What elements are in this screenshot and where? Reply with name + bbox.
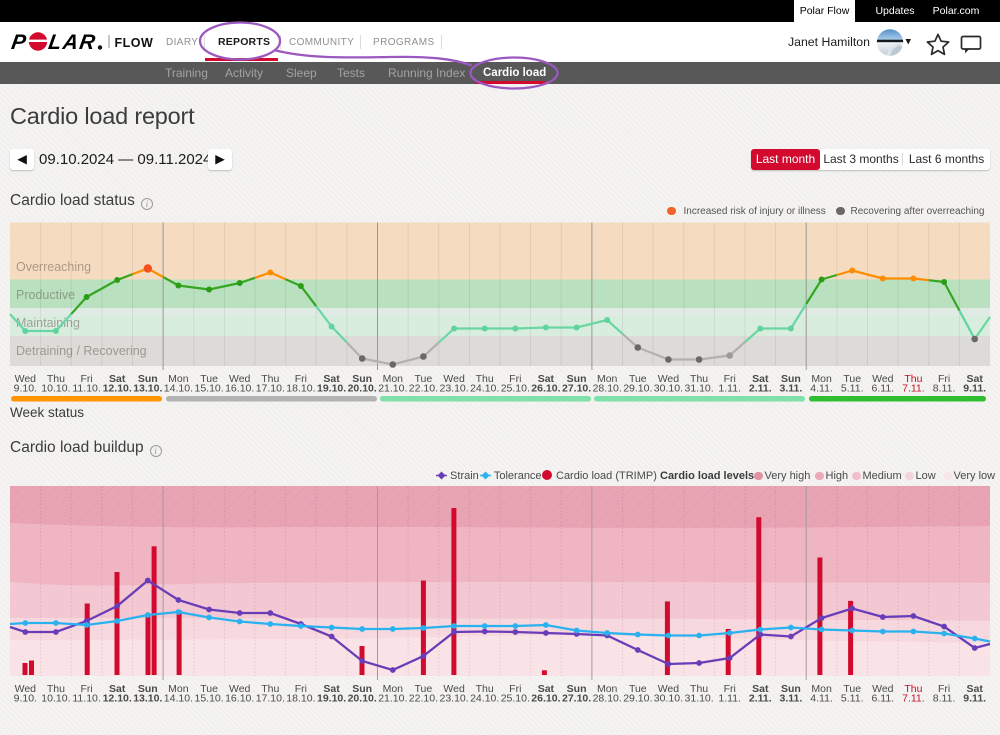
- svg-text:26.10.: 26.10.: [531, 693, 560, 705]
- svg-text:2.11.: 2.11.: [749, 383, 772, 395]
- svg-text:7.11.: 7.11.: [902, 693, 925, 705]
- svg-text:18.10.: 18.10.: [286, 383, 315, 395]
- svg-text:Detraining / Recovering: Detraining / Recovering: [16, 344, 147, 358]
- svg-text:17.10.: 17.10.: [256, 693, 285, 705]
- svg-text:27.10.: 27.10.: [562, 693, 591, 705]
- svg-text:22.10.: 22.10.: [409, 383, 438, 395]
- svg-text:5.11.: 5.11.: [841, 693, 864, 705]
- svg-text:27.10.: 27.10.: [562, 383, 591, 395]
- svg-text:21.10.: 21.10.: [378, 383, 407, 395]
- svg-text:9.10.: 9.10.: [14, 383, 37, 395]
- svg-text:23.10.: 23.10.: [439, 693, 468, 705]
- svg-text:20.10.: 20.10.: [348, 383, 377, 395]
- svg-text:12.10.: 12.10.: [103, 693, 132, 705]
- svg-text:11.10.: 11.10.: [72, 383, 100, 395]
- svg-text:Maintaining: Maintaining: [16, 316, 80, 330]
- svg-text:5.11.: 5.11.: [841, 383, 864, 395]
- svg-text:24.10.: 24.10.: [470, 383, 499, 395]
- svg-text:14.10.: 14.10.: [164, 383, 193, 395]
- svg-text:17.10.: 17.10.: [256, 383, 285, 395]
- svg-text:31.10.: 31.10.: [684, 693, 713, 705]
- svg-text:6.11.: 6.11.: [872, 383, 895, 395]
- svg-text:Week status: Week status: [10, 405, 84, 420]
- svg-text:12.10.: 12.10.: [103, 383, 132, 395]
- svg-text:3.11.: 3.11.: [780, 383, 803, 395]
- svg-text:15.10.: 15.10.: [194, 693, 223, 705]
- svg-text:22.10.: 22.10.: [409, 693, 438, 705]
- svg-text:21.10.: 21.10.: [378, 693, 407, 705]
- svg-text:14.10.: 14.10.: [164, 693, 193, 705]
- svg-text:28.10.: 28.10.: [593, 693, 622, 705]
- svg-text:1.11.: 1.11.: [718, 693, 741, 705]
- svg-text:2.11.: 2.11.: [749, 693, 772, 705]
- svg-text:23.10.: 23.10.: [439, 383, 468, 395]
- svg-text:9.11.: 9.11.: [963, 693, 986, 705]
- svg-text:13.10.: 13.10.: [133, 383, 162, 395]
- svg-text:10.10.: 10.10.: [41, 383, 70, 395]
- svg-text:25.10.: 25.10.: [501, 693, 530, 705]
- svg-text:18.10.: 18.10.: [286, 693, 315, 705]
- svg-text:28.10.: 28.10.: [593, 383, 622, 395]
- svg-text:16.10.: 16.10.: [225, 693, 254, 705]
- svg-text:1.11.: 1.11.: [718, 383, 741, 395]
- svg-text:6.11.: 6.11.: [872, 693, 895, 705]
- svg-text:19.10.: 19.10.: [317, 693, 346, 705]
- svg-text:16.10.: 16.10.: [225, 383, 254, 395]
- svg-text:26.10.: 26.10.: [531, 383, 560, 395]
- svg-text:25.10.: 25.10.: [501, 383, 530, 395]
- svg-text:15.10.: 15.10.: [194, 383, 223, 395]
- svg-text:30.10.: 30.10.: [654, 693, 683, 705]
- svg-text:9.11.: 9.11.: [963, 383, 986, 395]
- svg-text:29.10.: 29.10.: [623, 383, 652, 395]
- svg-text:3.11.: 3.11.: [780, 693, 803, 705]
- svg-text:10.10.: 10.10.: [41, 693, 70, 705]
- svg-text:4.11.: 4.11.: [810, 693, 833, 705]
- svg-text:19.10.: 19.10.: [317, 383, 346, 395]
- svg-text:29.10.: 29.10.: [623, 693, 652, 705]
- svg-text:20.10.: 20.10.: [348, 693, 377, 705]
- svg-text:8.11.: 8.11.: [933, 383, 956, 395]
- svg-text:24.10.: 24.10.: [470, 693, 499, 705]
- svg-text:4.11.: 4.11.: [810, 383, 833, 395]
- svg-text:8.11.: 8.11.: [933, 693, 956, 705]
- svg-text:9.10.: 9.10.: [14, 693, 37, 705]
- svg-text:11.10.: 11.10.: [72, 693, 100, 705]
- svg-text:13.10.: 13.10.: [133, 693, 162, 705]
- svg-text:30.10.: 30.10.: [654, 383, 683, 395]
- svg-text:Productive: Productive: [16, 288, 75, 302]
- svg-text:Overreaching: Overreaching: [16, 260, 91, 274]
- svg-text:31.10.: 31.10.: [684, 383, 713, 395]
- svg-text:7.11.: 7.11.: [902, 383, 925, 395]
